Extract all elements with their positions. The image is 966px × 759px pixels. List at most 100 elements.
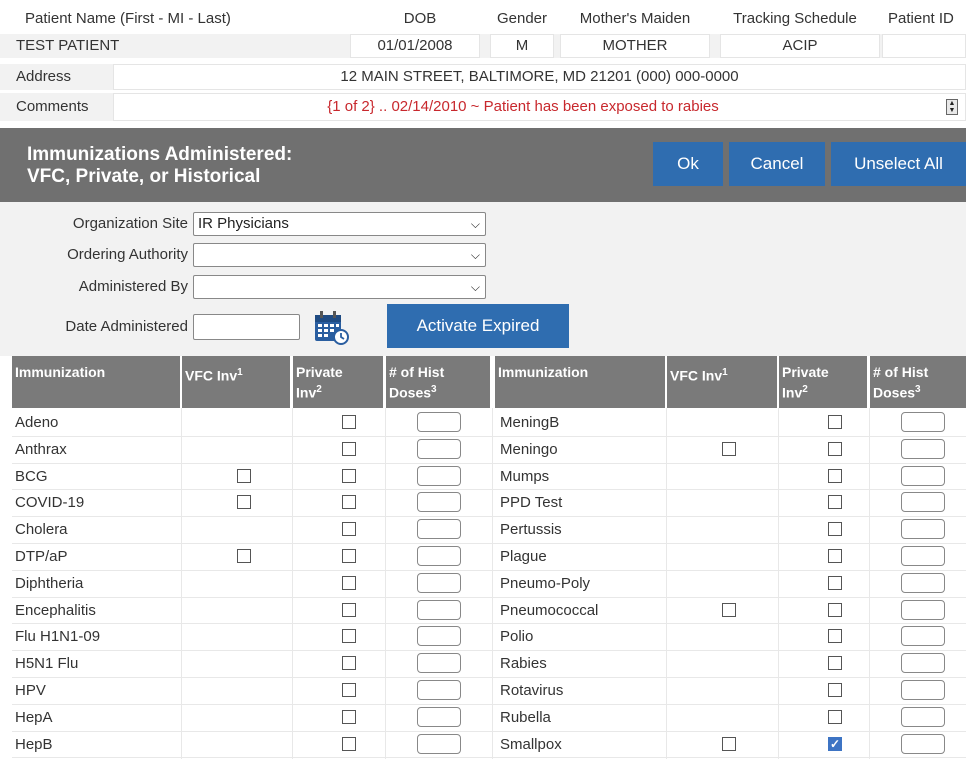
private-inv-checkbox[interactable] xyxy=(828,522,842,537)
banner-title: Immunizations Administered: VFC, Private… xyxy=(27,144,293,187)
vfc-inv-checkbox[interactable] xyxy=(722,441,736,456)
date-administered-input[interactable] xyxy=(193,314,300,340)
vfc-inv-checkbox[interactable] xyxy=(237,468,251,483)
hist-doses-input[interactable] xyxy=(417,680,461,700)
organization-site-select[interactable]: IR Physicians ⌵ xyxy=(193,212,486,236)
immunization-name: COVID-19 xyxy=(15,494,85,512)
hist-doses-input[interactable] xyxy=(901,438,945,459)
vfc-inv-checkbox[interactable] xyxy=(722,736,736,751)
hist-doses-input[interactable] xyxy=(901,706,945,727)
hist-doses-input[interactable] xyxy=(417,438,461,459)
private-inv-checkbox[interactable] xyxy=(342,441,356,456)
private-inv-checkbox[interactable] xyxy=(342,415,356,429)
address-row: Address 12 MAIN STREET, BALTIMORE, MD 21… xyxy=(0,64,966,90)
hist-doses-input[interactable] xyxy=(417,465,461,486)
vfc-inv-header-right: VFC Inv1 xyxy=(667,356,777,408)
hist-doses-input[interactable] xyxy=(901,492,945,513)
private-inv-checkbox[interactable] xyxy=(828,415,842,429)
hist-doses-input[interactable] xyxy=(901,546,945,566)
cancel-button[interactable]: Cancel xyxy=(729,142,825,186)
private-inv-checkbox[interactable] xyxy=(342,629,356,644)
ok-button[interactable]: Ok xyxy=(653,142,723,186)
activate-expired-button[interactable]: Activate Expired xyxy=(387,304,569,348)
hist-doses-input[interactable] xyxy=(417,412,461,432)
private-inv-checkbox[interactable] xyxy=(342,575,356,590)
administered-by-select[interactable]: ⌵ xyxy=(193,275,486,299)
hist-doses-input[interactable] xyxy=(901,733,945,754)
private-inv-checkbox[interactable] xyxy=(342,602,356,617)
hist-doses-input[interactable] xyxy=(417,599,461,620)
immunization-header-right: Immunization xyxy=(495,356,665,408)
hist-doses-input[interactable] xyxy=(417,626,461,647)
immunization-name: Meningo xyxy=(500,440,558,458)
table-row: BCG Mumps xyxy=(12,464,966,491)
private-inv-checkbox[interactable] xyxy=(342,495,356,510)
vfc-inv-checkbox[interactable] xyxy=(722,602,736,617)
private-inv-checkbox[interactable] xyxy=(342,549,356,563)
immunization-name: Pneumococcal xyxy=(500,601,599,619)
private-inv-checkbox[interactable] xyxy=(342,656,356,671)
immunization-name: HPV xyxy=(15,682,46,699)
hist-doses-input[interactable] xyxy=(901,626,945,647)
ordering-authority-label: Ordering Authority xyxy=(67,246,188,263)
table-row: HepA Rubella xyxy=(12,705,966,732)
private-inv-checkbox[interactable] xyxy=(828,629,842,644)
hist-doses-input[interactable] xyxy=(901,680,945,700)
private-inv-checkbox[interactable] xyxy=(828,441,842,456)
chevron-down-icon: ⌵ xyxy=(470,280,480,294)
private-inv-checkbox[interactable] xyxy=(342,709,356,724)
private-inv-checkbox[interactable] xyxy=(342,522,356,537)
immunization-name: H5N1 Flu xyxy=(15,655,79,673)
gender-header: Gender xyxy=(496,10,548,27)
hist-doses-input[interactable] xyxy=(417,572,461,593)
unselect-all-button[interactable]: Unselect All xyxy=(831,142,966,186)
dob-header: DOB xyxy=(403,10,437,27)
vfc-inv-checkbox[interactable] xyxy=(237,495,251,510)
vfc-inv-header-left: VFC Inv1 xyxy=(182,356,290,408)
hist-doses-input[interactable] xyxy=(417,492,461,513)
chevron-down-icon: ⌵ xyxy=(470,217,480,231)
private-inv-checkbox[interactable] xyxy=(342,468,356,483)
hist-doses-input[interactable] xyxy=(901,572,945,593)
immunization-name: HepB xyxy=(15,735,53,753)
immunization-name: Diphtheria xyxy=(15,574,84,592)
private-inv-checkbox[interactable] xyxy=(828,468,842,483)
hist-doses-input[interactable] xyxy=(417,653,461,674)
table-row: HepB Smallpox ✓ xyxy=(12,732,966,759)
immunization-name: Rotavirus xyxy=(500,682,564,699)
table-row: Flu H1N1-09 Polio xyxy=(12,624,966,652)
private-inv-checkbox[interactable] xyxy=(828,495,842,510)
private-inv-checkbox[interactable] xyxy=(828,575,842,590)
immunization-name: BCG xyxy=(15,467,48,485)
hist-doses-input[interactable] xyxy=(901,599,945,620)
calendar-icon[interactable] xyxy=(313,309,349,345)
private-inv-checkbox[interactable]: ✓ xyxy=(828,736,842,751)
chevron-down-icon: ⌵ xyxy=(470,248,480,262)
hist-doses-input[interactable] xyxy=(901,653,945,674)
hist-doses-input[interactable] xyxy=(417,546,461,566)
private-inv-checkbox[interactable] xyxy=(342,683,356,697)
table-row: Cholera Pertussis xyxy=(12,517,966,544)
hist-doses-input[interactable] xyxy=(901,465,945,486)
hist-doses-input[interactable] xyxy=(417,519,461,540)
vfc-inv-checkbox[interactable] xyxy=(237,549,251,563)
immunization-name: Flu H1N1-09 xyxy=(15,628,101,646)
private-inv-checkbox[interactable] xyxy=(828,602,842,617)
immunization-name: Rabies xyxy=(500,655,547,673)
patient-values-row: TEST PATIENT 01/01/2008 M MOTHER ACIP xyxy=(0,34,966,58)
private-inv-checkbox[interactable] xyxy=(828,549,842,563)
ordering-authority-select[interactable]: ⌵ xyxy=(193,243,486,267)
immunization-name: Adeno xyxy=(15,414,59,431)
comments-scroll-spinner[interactable]: ▲ ▼ xyxy=(946,99,958,115)
immunization-name: Polio xyxy=(500,628,534,646)
hist-doses-input[interactable] xyxy=(417,706,461,727)
private-inv-checkbox[interactable] xyxy=(828,656,842,671)
table-row: Adeno MeningB xyxy=(12,410,966,437)
hist-doses-input[interactable] xyxy=(901,519,945,540)
hist-doses-input[interactable] xyxy=(901,412,945,432)
private-inv-checkbox[interactable] xyxy=(828,709,842,724)
private-inv-checkbox[interactable] xyxy=(342,736,356,751)
immunization-name: Anthrax xyxy=(15,440,67,458)
private-inv-checkbox[interactable] xyxy=(828,683,842,697)
hist-doses-input[interactable] xyxy=(417,733,461,754)
